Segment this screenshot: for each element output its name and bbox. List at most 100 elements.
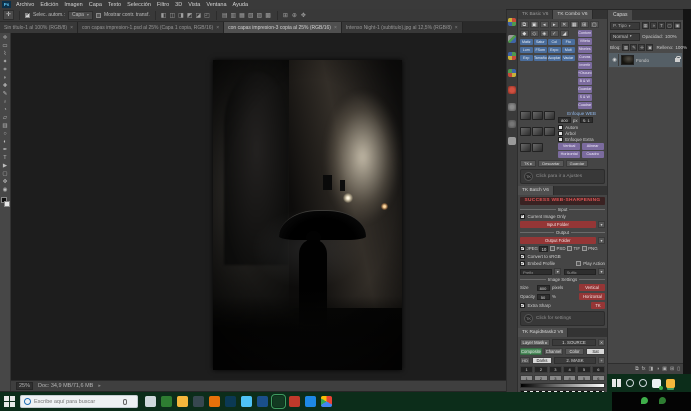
source-button[interactable]: Color xyxy=(565,348,584,355)
taskbar-app-icon[interactable] xyxy=(241,396,252,407)
tk-adjust-button[interactable]: Niveles xyxy=(578,46,592,53)
tool-icon[interactable]: ▶ xyxy=(3,163,7,170)
dock-panel-icon[interactable] xyxy=(508,35,516,43)
batch-hint-bar[interactable]: TK Click for settings xyxy=(520,311,605,326)
web-orientation-button[interactable]: Cuadro xyxy=(582,151,604,158)
source-close-icon[interactable]: ✕ xyxy=(598,339,605,346)
layer-name[interactable]: Fondo xyxy=(636,58,649,63)
tk-thumbnail[interactable] xyxy=(520,127,531,136)
tool-icon[interactable]: ✥ xyxy=(3,179,8,186)
tool-icon[interactable]: ◉ xyxy=(3,187,8,194)
web-checkbox[interactable] xyxy=(558,131,563,136)
distribute-icon[interactable]: ▥ xyxy=(231,12,238,19)
tab-close-icon[interactable]: × xyxy=(334,25,337,31)
play-action-checkbox[interactable] xyxy=(576,261,581,266)
tk-action-button[interactable]: Expo xyxy=(548,47,561,54)
tk-paint-icon[interactable]: ◇ xyxy=(530,30,539,37)
microphone-icon[interactable] xyxy=(123,399,127,405)
layer-row[interactable]: ◉ Fondo xyxy=(609,53,682,67)
vertical-button[interactable]: Vertical xyxy=(579,284,605,291)
menu-item[interactable]: Imagen xyxy=(64,2,82,8)
tool-icon[interactable]: ♁ xyxy=(3,99,7,106)
search-input[interactable] xyxy=(34,399,120,405)
tk-thumbnail[interactable] xyxy=(520,143,531,152)
mask-preset-dark[interactable]: 6 xyxy=(592,366,605,373)
taskbar-app-icon[interactable] xyxy=(145,396,156,407)
mask-preset-light[interactable]: 4 xyxy=(563,375,576,382)
size-field[interactable]: 800 xyxy=(537,285,550,291)
tk-action-button[interactable]: Fto xyxy=(562,39,575,46)
options-extra-icon[interactable]: ⊕ xyxy=(292,12,298,19)
zoom-level-field[interactable]: 25% xyxy=(16,382,33,390)
tool-icon[interactable]: ◐ xyxy=(3,139,6,146)
layer-filter-icon[interactable]: ▦ xyxy=(642,22,649,29)
align-icon[interactable]: ◧ xyxy=(161,12,168,19)
embed-profile-checkbox[interactable] xyxy=(520,261,525,266)
tray-icon[interactable] xyxy=(666,379,675,388)
sprout-icon[interactable] xyxy=(641,397,648,404)
layer-filter-dropdown[interactable]: P. Tipo ▾ xyxy=(610,22,640,30)
tk-button[interactable]: TK xyxy=(591,302,605,309)
tk-combo-hint-bar[interactable]: TK Click para ir a Ajustes xyxy=(520,169,605,184)
source-button[interactable]: Sat xyxy=(586,348,605,355)
color-swatches[interactable] xyxy=(1,197,10,207)
horizontal-button[interactable]: Horizontal xyxy=(579,293,605,300)
convert-srgb-checkbox[interactable] xyxy=(520,254,525,259)
tk-paint-icon[interactable]: ◆ xyxy=(520,30,529,37)
mask-preset-dark[interactable]: 5 xyxy=(577,366,590,373)
web-checkbox[interactable] xyxy=(558,125,563,130)
tray-icon[interactable] xyxy=(612,379,621,388)
lock-option-icon[interactable]: ▣ xyxy=(646,44,653,51)
lock-option-icon[interactable]: ▦ xyxy=(622,44,629,51)
taskbar-app-icon[interactable] xyxy=(273,396,284,407)
taskbar-app-icon[interactable] xyxy=(177,396,188,407)
tk-adjust-button[interactable]: Contorn xyxy=(578,30,592,37)
mask-preset-light[interactable]: 6 xyxy=(592,375,605,382)
tk-action-button[interactable]: Satur xyxy=(534,39,547,46)
source-button[interactable]: Composite xyxy=(520,348,542,355)
tool-icon[interactable]: ✛ xyxy=(3,35,8,42)
tk-action-button[interactable]: Acoplar xyxy=(548,55,561,62)
tk-thumbnail[interactable] xyxy=(532,111,543,120)
hd-toggle[interactable]: HD xyxy=(520,357,530,364)
tk-adjust-button[interactable]: Curvas xyxy=(578,54,592,61)
opacity-field[interactable]: 50 xyxy=(537,294,550,300)
taskbar-app-icon[interactable] xyxy=(289,396,300,407)
tool-icon[interactable]: ✒ xyxy=(3,147,8,154)
tk-adjust-button[interactable]: B & W xyxy=(578,78,592,85)
tk-file-icon[interactable]: ✕ xyxy=(560,21,569,28)
auto-select-dropdown[interactable]: Capa ▾ xyxy=(68,11,93,20)
mask-preset-light[interactable]: 1 xyxy=(520,375,533,382)
mask-preset-light[interactable]: 3 xyxy=(549,375,562,382)
dock-panel-icon[interactable] xyxy=(508,137,516,145)
jpeg-checkbox[interactable] xyxy=(520,246,525,251)
tk-thumbnail[interactable] xyxy=(544,111,555,120)
tk-file-icon[interactable]: ▣ xyxy=(530,21,539,28)
dock-panel-icon[interactable] xyxy=(508,69,516,77)
web-size-field[interactable]: 800 xyxy=(558,117,571,123)
suffix-field[interactable]: Suffix xyxy=(564,269,596,275)
sprout-icon-2[interactable] xyxy=(659,397,666,404)
tab-close-icon[interactable]: × xyxy=(70,25,73,31)
tk-thumbnail[interactable] xyxy=(532,127,543,136)
taskbar-app-icon[interactable] xyxy=(193,396,204,407)
layers-footer-icon[interactable]: ◑ xyxy=(656,366,659,372)
png-checkbox[interactable] xyxy=(582,246,587,251)
dock-panel-icon[interactable] xyxy=(508,18,516,26)
taskbar-app-icon[interactable] xyxy=(321,396,332,407)
lock-option-icon[interactable]: ✎ xyxy=(630,44,637,51)
options-extra-icon[interactable]: ⊞ xyxy=(283,12,289,19)
canvas-image[interactable] xyxy=(213,60,402,370)
menu-item[interactable]: 3D xyxy=(175,2,182,8)
distribute-icon[interactable]: ▨ xyxy=(257,12,264,19)
source-button[interactable]: Channel xyxy=(544,348,563,355)
taskbar-app-icon[interactable] xyxy=(209,396,220,407)
menu-item[interactable]: Edición xyxy=(40,2,58,8)
opacity-value[interactable]: 100% xyxy=(665,34,677,39)
tk-action-button[interactable]: Lum xyxy=(520,47,533,54)
tk-paint-icon[interactable]: ◈ xyxy=(540,30,549,37)
distribute-icon[interactable]: ▤ xyxy=(222,12,229,19)
tray-icon[interactable] xyxy=(639,379,647,387)
layers-footer-icon[interactable]: fx xyxy=(642,366,646,372)
auto-select-checkbox[interactable] xyxy=(25,13,30,18)
